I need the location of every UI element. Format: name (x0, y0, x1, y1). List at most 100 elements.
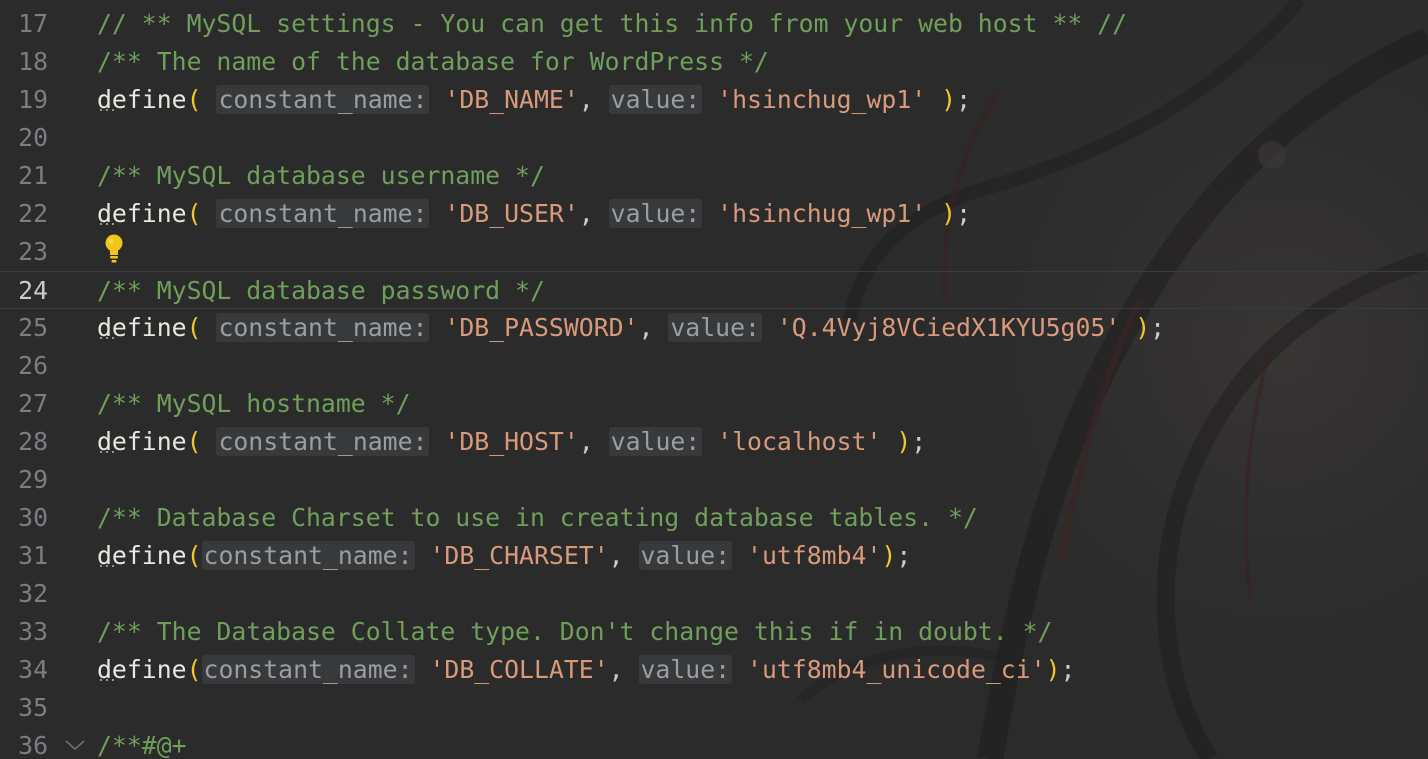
parameter-hint-constant-name: constant_name: (201, 655, 415, 684)
line-number: 36 (18, 731, 48, 759)
code-content: /** The name of the database for WordPre… (97, 43, 769, 81)
define-keyword: define (97, 85, 187, 114)
code-line[interactable]: 18 /** The name of the database for WordP… (0, 43, 1428, 81)
code-content: define(constant_name: 'DB_COLLATE', valu… (97, 651, 1075, 689)
code-content: define( constant_name: 'DB_HOST', value:… (97, 423, 926, 461)
code-line[interactable]: 24 /** MySQL database password */ (0, 271, 1428, 309)
line-number: 29 (18, 465, 48, 494)
line-number: 23 (18, 237, 48, 266)
line-number: 20 (18, 123, 48, 152)
line-number: 21 (18, 161, 48, 190)
code-content: define( constant_name: 'DB_USER', value:… (97, 195, 971, 233)
define-keyword: define (97, 427, 187, 456)
close-paren: ) (941, 85, 957, 114)
line-number: 34 (18, 655, 48, 684)
code-content: // ** MySQL settings - You can get this … (97, 5, 1127, 43)
code-editor[interactable]: 17 // ** MySQL settings - You can get thi… (0, 0, 1428, 759)
code-comment: // ** MySQL settings - You can get this … (97, 9, 1128, 38)
code-content: define( constant_name: 'DB_PASSWORD', va… (97, 309, 1165, 347)
code-content: /** MySQL database username */ (97, 157, 545, 195)
parameter-hint-constant-name: constant_name: (216, 427, 430, 456)
parameter-hint-value: value: (668, 313, 762, 342)
parameter-hint-value: value: (608, 199, 703, 228)
open-paren: ( (186, 313, 202, 342)
code-line[interactable]: 20 (0, 119, 1428, 157)
code-line[interactable]: 25 define( constant_name: 'DB_PASSWORD', … (0, 309, 1428, 347)
code-line[interactable]: 36 /**#@+ (0, 727, 1428, 759)
code-line[interactable]: 23 (0, 233, 1428, 271)
close-paren: ) (941, 199, 957, 228)
code-line[interactable]: 28 define( constant_name: 'DB_HOST', valu… (0, 423, 1428, 461)
code-line[interactable]: 32 (0, 575, 1428, 613)
value-string: 'utf8mb4' (747, 541, 882, 570)
code-comment: /** The Database Collate type. Don't cha… (97, 617, 1053, 646)
code-line[interactable]: 17 // ** MySQL settings - You can get thi… (0, 5, 1428, 43)
close-paren: ) (1045, 655, 1061, 684)
code-line[interactable]: 34 define(constant_name: 'DB_COLLATE', va… (0, 651, 1428, 689)
code-line[interactable]: 35 (0, 689, 1428, 727)
code-line[interactable]: 26 (0, 347, 1428, 385)
line-number: 35 (18, 693, 48, 722)
open-paren: ( (186, 85, 202, 114)
constant-name-string: 'DB_CHARSET' (429, 541, 609, 570)
code-content: /** MySQL hostname */ (97, 385, 411, 423)
comma: , (578, 199, 594, 228)
open-paren: ( (186, 427, 202, 456)
code-line[interactable]: 33 /** The Database Collate type. Don't c… (0, 613, 1428, 651)
code-line[interactable]: 31 define(constant_name: 'DB_CHARSET', va… (0, 537, 1428, 575)
semicolon: ; (1060, 655, 1076, 684)
code-content: define( constant_name: 'DB_NAME', value:… (97, 81, 971, 119)
code-line[interactable]: 30 /** Database Charset to use in creatin… (0, 499, 1428, 537)
code-line[interactable]: 19 define( constant_name: 'DB_NAME', valu… (0, 81, 1428, 119)
constant-name-string: 'DB_PASSWORD' (444, 313, 639, 342)
line-number: 32 (18, 579, 48, 608)
code-line[interactable]: 29 (0, 461, 1428, 499)
value-string: 'localhost' (717, 427, 882, 456)
semicolon: ; (1150, 313, 1166, 342)
define-keyword: define (97, 655, 187, 684)
code-line[interactable]: 21 /** MySQL database username */ (0, 157, 1428, 195)
comma: , (578, 427, 594, 456)
code-comment: /** MySQL database password */ (97, 276, 545, 305)
parameter-hint-constant-name: constant_name: (201, 541, 415, 570)
line-number: 19 (18, 85, 48, 114)
open-paren: ( (186, 541, 202, 570)
open-paren: ( (186, 199, 202, 228)
line-number: 33 (18, 617, 48, 646)
code-content: /** The Database Collate type. Don't cha… (97, 613, 1052, 651)
define-keyword: define (97, 541, 187, 570)
value-string: 'hsinchug_wp1' (717, 85, 927, 114)
parameter-hint-constant-name: constant_name: (216, 313, 430, 342)
code-line[interactable]: 22 define( constant_name: 'DB_USER', valu… (0, 195, 1428, 233)
parameter-hint-constant-name: constant_name: (216, 199, 430, 228)
fold-chevron-icon[interactable] (64, 738, 86, 752)
parameter-hint-value: value: (638, 541, 733, 570)
line-number: 27 (18, 389, 48, 418)
line-number: 25 (18, 313, 48, 342)
code-content: define(constant_name: 'DB_CHARSET', valu… (97, 537, 911, 575)
line-number: 30 (18, 503, 48, 532)
open-paren: ( (186, 655, 202, 684)
lightbulb-icon[interactable] (104, 234, 124, 264)
comma: , (608, 541, 624, 570)
code-comment: /** The name of the database for WordPre… (97, 47, 769, 76)
close-paren: ) (881, 541, 897, 570)
parameter-hint-value: value: (638, 655, 733, 684)
constant-name-string: 'DB_COLLATE' (429, 655, 609, 684)
code-comment: /** MySQL database username */ (97, 161, 545, 190)
constant-name-string: 'DB_USER' (444, 199, 579, 228)
constant-name-string: 'DB_NAME' (444, 85, 579, 114)
line-number: 22 (18, 199, 48, 228)
parameter-hint-constant-name: constant_name: (216, 85, 430, 114)
code-comment: /** MySQL hostname */ (97, 389, 411, 418)
code-line[interactable]: 27 /** MySQL hostname */ (0, 385, 1428, 423)
line-number: 24 (18, 276, 48, 305)
line-number: 28 (18, 427, 48, 456)
comma: , (578, 85, 594, 114)
close-paren: ) (896, 427, 912, 456)
value-string: 'Q.4Vyj8VCiedX1KYU5g05' (776, 313, 1121, 342)
line-number: 31 (18, 541, 48, 570)
value-string: 'utf8mb4_unicode_ci' (747, 655, 1046, 684)
constant-name-string: 'DB_HOST' (444, 427, 579, 456)
line-number: 18 (18, 47, 48, 76)
